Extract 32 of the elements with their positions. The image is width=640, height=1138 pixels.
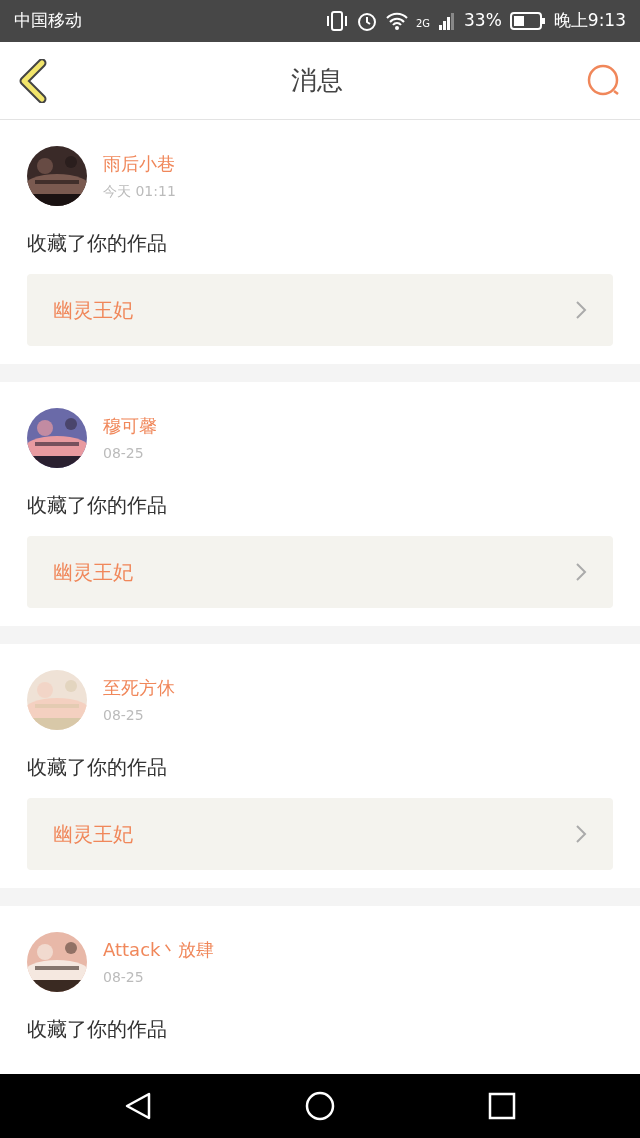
network-label: 2G <box>415 17 430 32</box>
page-title: 消息 <box>291 64 343 97</box>
recents-nav-button[interactable] <box>487 1092 516 1120</box>
user-name[interactable]: 至死方休 <box>103 674 175 701</box>
chevron-icon <box>575 824 587 844</box>
user-name[interactable]: 雨后小巷 <box>103 150 176 177</box>
work-link[interactable]: 幽灵王妃 <box>27 536 613 608</box>
work-link[interactable]: 幽灵王妃 <box>27 798 613 870</box>
back-button[interactable] <box>18 58 48 103</box>
back-nav-button[interactable] <box>124 1091 153 1121</box>
message-text: 收藏了你的作品 <box>27 1016 168 1043</box>
battery-icon <box>509 12 546 30</box>
message-time: 今天 01:11 <box>103 182 176 201</box>
message-text: 收藏了你的作品 <box>27 230 168 257</box>
wifi-icon <box>385 11 408 31</box>
user-name[interactable]: 穆可馨 <box>103 412 157 439</box>
work-link[interactable]: 幽灵王妃 <box>27 274 613 346</box>
message-time: 08-25 <box>103 706 145 725</box>
message-text: 收藏了你的作品 <box>27 754 168 781</box>
vibrate-icon <box>325 10 348 32</box>
chevron-icon <box>575 300 587 320</box>
message-time: 08-25 <box>103 968 145 987</box>
message-text: 收藏了你的作品 <box>27 492 168 519</box>
chevron-icon <box>575 562 587 582</box>
clock: 晚上9:13 <box>553 9 626 33</box>
signal-icon <box>438 11 456 31</box>
carrier-name: 中国移动 <box>14 9 82 33</box>
alarm-icon <box>355 10 378 32</box>
home-nav-button[interactable] <box>305 1091 335 1121</box>
user-name[interactable]: Attack丶放肆 <box>103 936 215 963</box>
battery-percent: 33% <box>464 9 502 33</box>
message-time: 08-25 <box>103 444 145 463</box>
